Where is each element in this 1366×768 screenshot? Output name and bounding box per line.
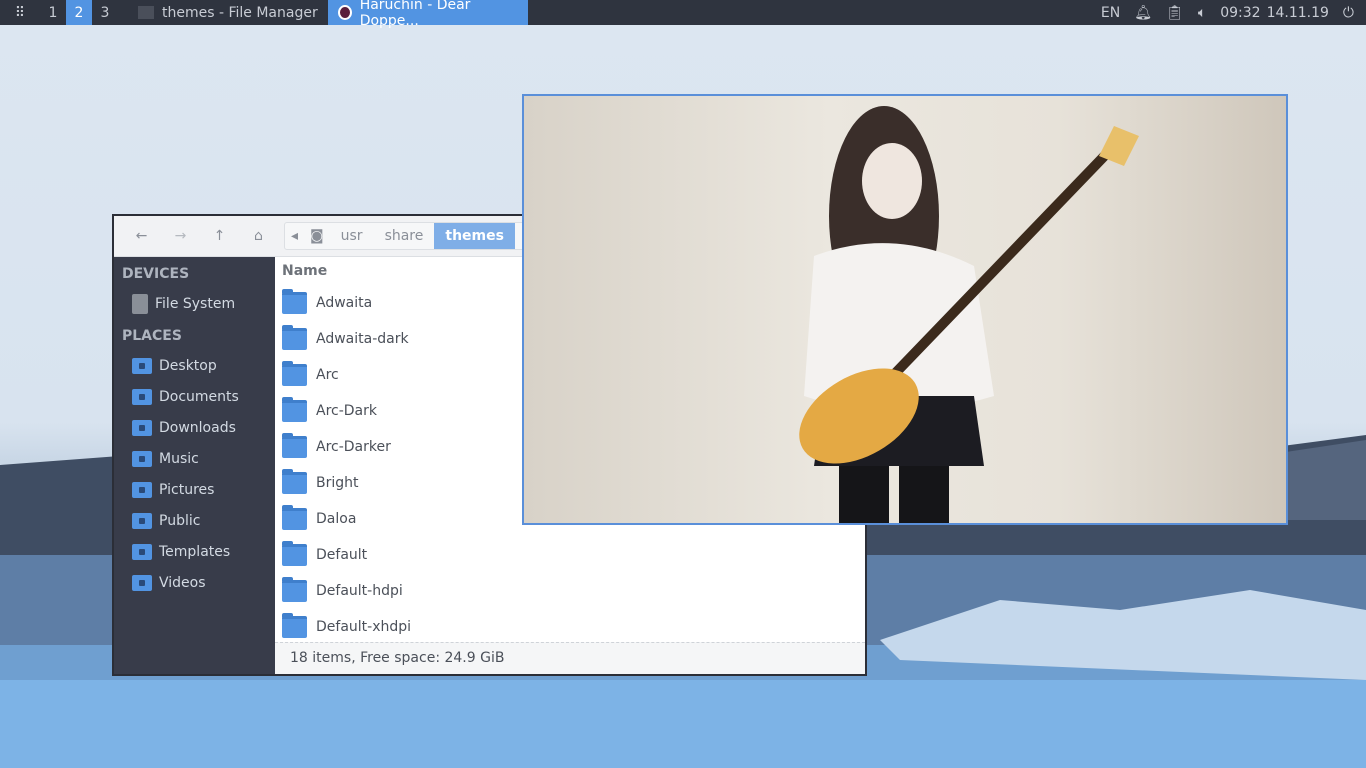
volume-icon[interactable]: 🔈︎ [1198,5,1206,21]
places-heading: PLACES [122,328,182,344]
documents-folder-icon [132,388,152,405]
drive-icon[interactable]: ◙ [304,223,330,249]
sidebar: DEVICES File System PLACES Desktop Docume… [114,257,275,674]
breadcrumb-themes[interactable]: themes [434,223,515,249]
video-player-window[interactable] [522,94,1288,525]
drive-icon [132,293,148,314]
sidebar-item-label: Templates [159,543,231,560]
downloads-folder-icon [132,419,152,436]
apps-menu-icon[interactable]: ⠿ [0,0,40,25]
file-row[interactable]: Default-hdpi [275,573,865,609]
folder-icon [282,289,307,314]
file-name: Default-xhdpi [316,619,412,635]
task-file-manager[interactable]: themes - File Manager [128,0,328,25]
sidebar-item-videos[interactable]: Videos [114,567,275,598]
sidebar-item-desktop[interactable]: Desktop [114,350,275,381]
home-icon[interactable]: ⌂ [239,228,278,244]
media-player-icon [337,5,352,20]
file-row[interactable]: Default-xhdpi [275,609,865,645]
sidebar-item-label: File System [155,295,236,312]
file-name: Arc-Dark [316,403,377,419]
file-row[interactable]: Default [275,537,865,573]
file-name: Default [316,547,368,563]
devices-heading: DEVICES [122,266,190,282]
task-title: Haruchin - Dear Doppe... [359,0,471,29]
sidebar-item-label: Videos [159,574,206,591]
sidebar-item-file-system[interactable]: File System [114,288,275,319]
task-media-player[interactable]: Haruchin - Dear Doppe... [327,0,528,29]
folder-icon [138,6,154,19]
sidebar-item-templates[interactable]: Templates [114,536,275,567]
clock-date[interactable]: 14.11.19 [1267,5,1329,21]
sidebar-item-public[interactable]: Public [114,505,275,536]
sidebar-item-pictures[interactable]: Pictures [114,474,275,505]
keyboard-layout[interactable]: EN [1101,5,1120,21]
top-panel: ⠿ 1 2 3 themes - File Manager Haruchin -… [0,0,1366,29]
file-name: Arc [316,367,339,383]
sidebar-item-label: Documents [159,388,239,405]
folder-icon [282,505,307,530]
file-name: Bright [316,475,359,491]
file-name: Arc-Darker [316,439,391,455]
up-icon[interactable]: ↑ [200,228,239,244]
forward-icon[interactable]: → [161,228,200,244]
desktop-folder-icon [132,357,152,374]
folder-icon [282,577,307,602]
sidebar-item-label: Pictures [159,481,215,498]
workspace-2[interactable]: 2 [66,0,92,25]
folder-icon [282,397,307,422]
bell-icon[interactable]: 🔔︎ [1134,5,1152,21]
workspace-3[interactable]: 3 [92,0,118,25]
task-title: themes - File Manager [162,4,318,21]
file-name: Adwaita-dark [316,331,409,347]
power-icon[interactable]: ⏻ [1343,5,1354,21]
sidebar-item-downloads[interactable]: Downloads [114,412,275,443]
clock-time[interactable]: 09:32 [1220,5,1260,21]
folder-icon [282,361,307,386]
breadcrumb-usr[interactable]: usr [330,223,374,249]
music-folder-icon [132,450,152,467]
workspace-1[interactable]: 1 [40,0,66,25]
pictures-folder-icon [132,481,152,498]
sidebar-item-label: Public [159,512,201,529]
sidebar-item-music[interactable]: Music [114,443,275,474]
sidebar-item-label: Downloads [159,419,236,436]
folder-icon [282,469,307,494]
file-name: Default-hdpi [316,583,403,599]
templates-folder-icon [132,543,152,560]
file-name: Daloa [316,511,357,527]
back-icon[interactable]: ← [122,228,161,244]
folder-icon [282,541,307,566]
sidebar-item-documents[interactable]: Documents [114,381,275,412]
folder-icon [282,433,307,458]
sidebar-item-label: Desktop [159,357,217,374]
file-name: Adwaita [316,295,373,311]
folder-icon [282,325,307,350]
videos-folder-icon [132,574,152,591]
public-folder-icon [132,512,152,529]
folder-icon [282,613,307,638]
breadcrumb-share[interactable]: share [374,223,435,249]
breadcrumb-left-icon[interactable]: ◂ [285,223,304,249]
sidebar-item-label: Music [159,450,199,467]
video-frame [799,106,1139,523]
status-bar: 18 items, Free space: 24.9 GiB [275,642,865,674]
clipboard-icon[interactable]: 📋︎ [1166,5,1184,21]
